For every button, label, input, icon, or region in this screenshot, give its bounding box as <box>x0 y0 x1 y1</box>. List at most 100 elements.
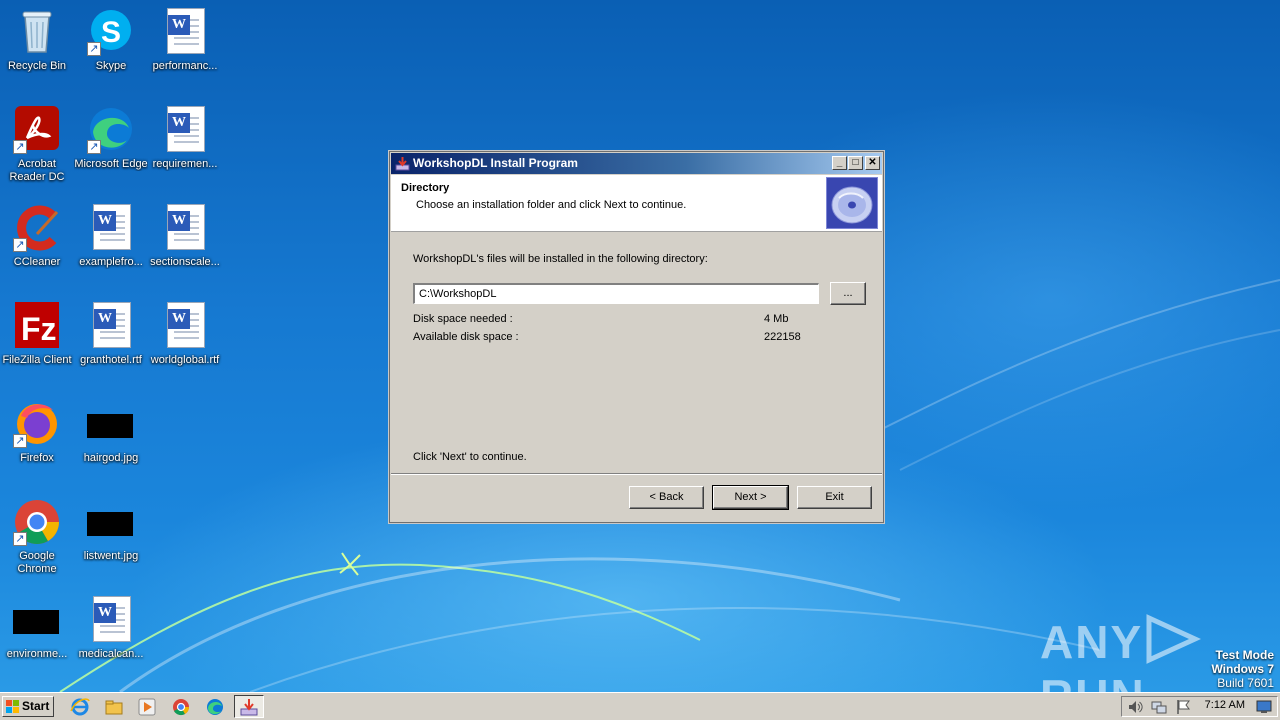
watermark-brand-right: RUN <box>1040 670 1146 692</box>
desktop-icon-skype[interactable]: S ↗ Skype <box>74 8 148 73</box>
taskbar-installer-button[interactable] <box>234 695 264 718</box>
image-thumbnail <box>87 512 133 536</box>
installer-dialog: WorkshopDL Install Program _ □ ✕ Directo… <box>389 151 884 523</box>
word-document-icon: W <box>93 204 131 250</box>
desktop-icon-label: Firefox <box>20 452 54 464</box>
start-button[interactable]: Start <box>2 696 54 717</box>
svg-text:S: S <box>101 16 121 49</box>
desktop-icon-environment[interactable]: environme... <box>0 596 74 661</box>
test-mode-notice: Test Mode Windows 7 Build 7601 <box>1211 648 1274 690</box>
desktop-icon-label: requiremen... <box>152 158 218 170</box>
desktop-icon-firefox[interactable]: ↗ Firefox <box>0 400 74 465</box>
desktop-icon-label: Google Chrome <box>17 550 57 575</box>
shortcut-arrow-icon: ↗ <box>87 140 101 154</box>
play-logo-icon <box>1146 614 1202 664</box>
word-document-icon: W <box>167 8 205 54</box>
dialog-title: WorkshopDL Install Program <box>413 156 578 170</box>
footer-separator <box>391 473 882 475</box>
desktop-icon-label: environme... <box>6 648 68 660</box>
word-document-icon: W <box>93 302 131 348</box>
dialog-header-panel: Directory Choose an installation folder … <box>391 175 882 232</box>
installer-app-icon <box>395 157 410 171</box>
windows-flag-icon <box>6 700 19 713</box>
disk-available-value: 222158 <box>764 331 801 343</box>
image-thumbnail <box>87 414 133 438</box>
disk-available-label: Available disk space : <box>413 331 519 343</box>
close-button[interactable]: ✕ <box>865 156 880 170</box>
desktop-icon-label: Recycle Bin <box>7 60 67 72</box>
desktop-icon-chrome[interactable]: ↗ Google Chrome <box>0 498 74 576</box>
test-mode-label: Test Mode <box>1215 648 1274 662</box>
media-player-icon[interactable] <box>137 697 157 717</box>
browse-button[interactable]: ... <box>830 282 866 305</box>
internet-explorer-icon[interactable] <box>70 697 90 717</box>
desktop: Recycle Bin ↗ Acrobat Reader DC ↗ CClean… <box>0 0 1280 692</box>
step-title: Directory <box>401 182 450 194</box>
word-document-icon: W <box>167 302 205 348</box>
desktop-icon-worldglobal[interactable]: W worldglobal.rtf <box>148 302 222 367</box>
desktop-icon-label: Acrobat Reader DC <box>9 158 65 183</box>
desktop-icon-label: hairgod.jpg <box>83 452 139 464</box>
footer-instruction: Click 'Next' to continue. <box>413 451 527 463</box>
shortcut-arrow-icon: ↗ <box>13 238 27 252</box>
shortcut-arrow-icon: ↗ <box>13 140 27 154</box>
desktop-icon-hairgod[interactable]: hairgod.jpg <box>74 400 148 465</box>
desktop-icon-recycle-bin[interactable]: Recycle Bin <box>0 8 74 73</box>
desktop-icon-filezilla[interactable]: Fz FileZilla Client <box>0 302 74 367</box>
svg-text:Fz: Fz <box>21 311 57 347</box>
back-button[interactable]: < Back <box>629 486 704 509</box>
exit-button[interactable]: Exit <box>797 486 872 509</box>
desktop-icon-sectionscale[interactable]: W sectionscale... <box>148 204 222 269</box>
taskbar: Start 7:12 AM <box>0 692 1280 720</box>
system-tray: 7:12 AM <box>1121 696 1278 717</box>
word-document-icon: W <box>93 596 131 642</box>
desktop-icon-label: performanc... <box>152 60 218 72</box>
maximize-button[interactable]: □ <box>848 156 863 170</box>
speaker-icon[interactable] <box>1127 699 1143 715</box>
shortcut-arrow-icon: ↗ <box>13 532 27 546</box>
os-build: Build 7601 <box>1217 676 1274 690</box>
desktop-icon-listwent[interactable]: listwent.jpg <box>74 498 148 563</box>
installer-taskbar-icon <box>240 699 258 716</box>
desktop-icon-examplefro[interactable]: W examplefro... <box>74 204 148 269</box>
disk-needed-value: 4 Mb <box>764 313 789 325</box>
word-document-icon: W <box>167 204 205 250</box>
start-label: Start <box>22 699 50 713</box>
network-icon[interactable] <box>1151 699 1167 715</box>
desktop-icon-edge[interactable]: ↗ Microsoft Edge <box>74 106 148 171</box>
desktop-icon-label: examplefro... <box>79 256 143 268</box>
desktop-icon-label: Skype <box>95 60 127 72</box>
dialog-titlebar[interactable]: WorkshopDL Install Program _ □ ✕ <box>391 153 882 174</box>
desktop-icon-acrobat[interactable]: ↗ Acrobat Reader DC <box>0 106 74 184</box>
install-directory-input[interactable] <box>413 283 819 304</box>
desktop-icon-label: FileZilla Client <box>2 354 72 366</box>
word-document-icon: W <box>167 106 205 152</box>
file-explorer-icon[interactable] <box>104 697 124 717</box>
filezilla-icon: Fz <box>15 302 59 348</box>
cd-disc-icon <box>826 177 878 229</box>
chrome-taskbar-icon[interactable] <box>171 697 191 717</box>
desktop-icon-label: granthotel.rtf <box>80 354 142 366</box>
watermark-brand-left: ANY <box>1040 616 1144 668</box>
disk-needed-label: Disk space needed : <box>413 313 513 325</box>
shortcut-arrow-icon: ↗ <box>87 42 101 56</box>
image-thumbnail <box>13 610 59 634</box>
taskbar-clock[interactable]: 7:12 AM <box>1205 699 1245 711</box>
desktop-icon-label: sectionscale... <box>150 256 220 268</box>
desktop-icon-requiremen[interactable]: W requiremen... <box>148 106 222 171</box>
desktop-icon-medicalcan[interactable]: W medicalcan... <box>74 596 148 661</box>
show-desktop-icon[interactable] <box>1256 700 1272 714</box>
desktop-icon-label: CCleaner <box>13 256 61 268</box>
desktop-icon-label: worldglobal.rtf <box>150 354 220 366</box>
edge-taskbar-icon[interactable] <box>205 697 225 717</box>
next-button[interactable]: Next > <box>712 485 789 510</box>
desktop-icon-performanc[interactable]: W performanc... <box>148 8 222 73</box>
install-intro-text: WorkshopDL's files will be installed in … <box>413 253 708 265</box>
desktop-icon-granthotel[interactable]: W granthotel.rtf <box>74 302 148 367</box>
desktop-icon-label: medicalcan... <box>78 648 144 660</box>
os-name: Windows 7 <box>1211 662 1274 676</box>
desktop-icon-ccleaner[interactable]: ↗ CCleaner <box>0 204 74 269</box>
minimize-button[interactable]: _ <box>832 156 847 170</box>
action-center-flag-icon[interactable] <box>1175 699 1191 715</box>
step-subtitle: Choose an installation folder and click … <box>416 199 687 211</box>
